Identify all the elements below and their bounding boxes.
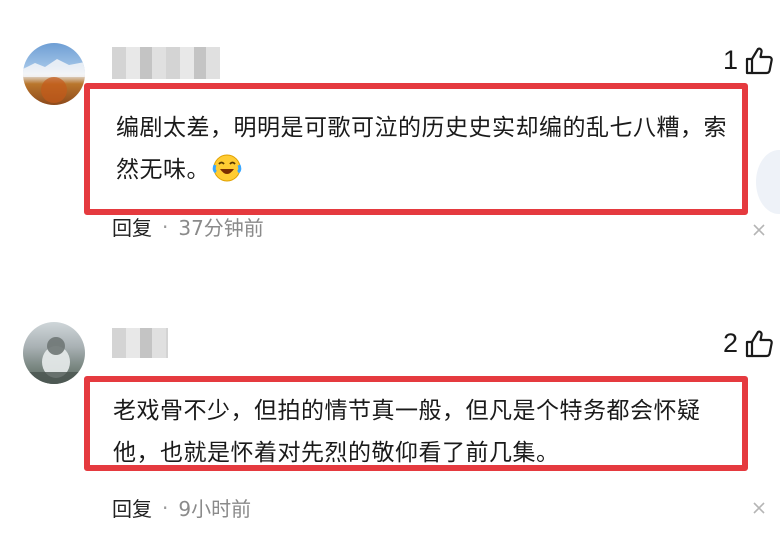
reply-button[interactable]: 回复 bbox=[112, 493, 152, 522]
comment-item: 2 老戏骨不少，但拍的情节真一般，但凡是个特务都会怀疑他，也就是怀着对先烈的敬仰… bbox=[0, 290, 780, 544]
thumbs-up-icon bbox=[744, 329, 774, 359]
timestamp: 37分钟前 bbox=[178, 216, 264, 240]
meta-separator: · bbox=[162, 214, 169, 239]
username-blurred[interactable] bbox=[112, 328, 168, 358]
like-button[interactable]: 1 bbox=[723, 45, 774, 76]
reply-button[interactable]: 回复 bbox=[112, 212, 152, 241]
laughing-crying-face-icon bbox=[212, 153, 242, 197]
avatar[interactable] bbox=[23, 43, 85, 105]
timestamp: 9小时前 bbox=[178, 497, 252, 521]
comment-item: 1 编剧太差，明明是可歌可泣的历史史实却编的乱七八糟，索然无味。 回复 · 37… bbox=[0, 0, 780, 290]
thumbs-up-icon bbox=[744, 46, 774, 76]
comment-text: 老戏骨不少，但拍的情节真一般，但凡是个特务都会怀疑他，也就是怀着对先烈的敬仰看了… bbox=[113, 398, 701, 466]
like-button[interactable]: 2 bbox=[723, 328, 774, 359]
meta-separator: · bbox=[162, 495, 169, 520]
like-count: 2 bbox=[722, 328, 738, 358]
close-icon[interactable] bbox=[752, 500, 766, 519]
username-blurred[interactable] bbox=[112, 47, 220, 79]
comment-text: 编剧太差，明明是可歌可泣的历史史实却编的乱七八糟，索然无味。 bbox=[116, 115, 727, 183]
avatar[interactable] bbox=[23, 322, 85, 384]
comment-content-highlight: 老戏骨不少，但拍的情节真一般，但凡是个特务都会怀疑他，也就是怀着对先烈的敬仰看了… bbox=[84, 376, 748, 471]
comment-content-highlight: 编剧太差，明明是可歌可泣的历史史实却编的乱七八糟，索然无味。 bbox=[84, 83, 748, 215]
like-count: 1 bbox=[722, 45, 738, 75]
close-icon[interactable] bbox=[752, 222, 766, 241]
